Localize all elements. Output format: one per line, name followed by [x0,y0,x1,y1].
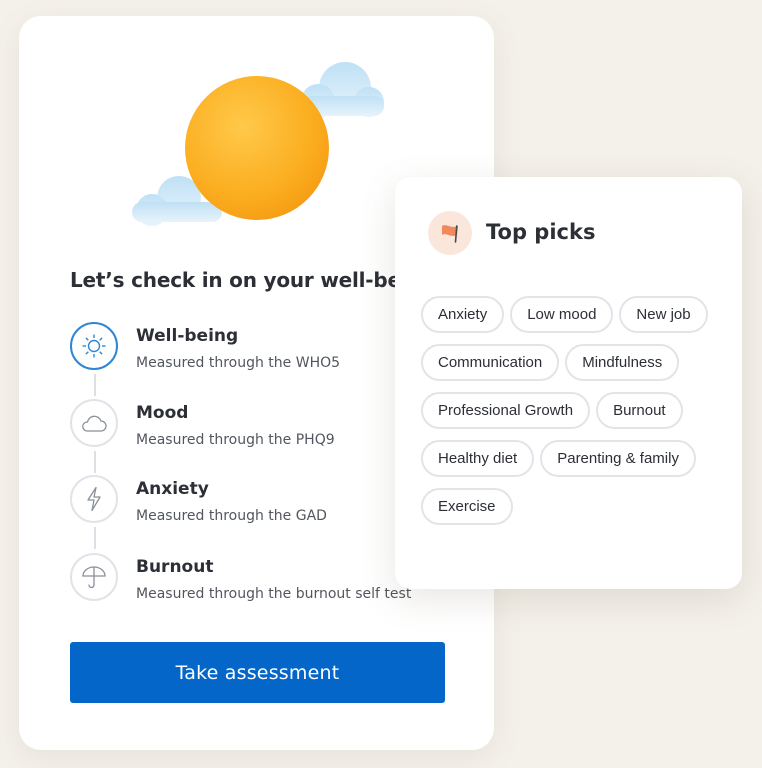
top-picks-title: Top picks [486,220,596,244]
topic-chip[interactable]: Communication [421,344,560,381]
topic-chip[interactable]: Professional Growth [421,392,591,429]
topic-chip[interactable]: Healthy diet [421,440,535,477]
flag-icon [428,211,472,255]
assessment-title: Well-being [136,326,239,346]
cloud-icon [70,399,118,447]
sun [185,76,329,220]
topic-chip[interactable]: Anxiety [421,296,505,333]
topic-chips: Anxiety Low mood New job Communication M… [421,296,721,536]
chip-row: Healthy diet Parenting & family [421,440,721,477]
topic-chip[interactable]: Mindfulness [565,344,680,381]
checkin-heading: Let’s check in on your well-bein [70,268,422,292]
take-assessment-button[interactable]: Take assessment [70,642,445,703]
umbrella-icon [70,553,118,601]
topic-chip[interactable]: New job [619,296,708,333]
assessment-subtitle: Measured through the WHO5 [136,355,341,371]
chip-row: Exercise [421,488,721,525]
lightning-icon [70,475,118,523]
top-picks-card: Top picks Anxiety Low mood New job Commu… [395,177,742,589]
sun-icon [70,322,118,370]
topic-chip[interactable]: Exercise [421,488,513,525]
assessment-subtitle: Measured through the burnout self test [136,586,412,602]
chip-row: Anxiety Low mood New job [421,296,721,333]
topic-chip[interactable]: Burnout [596,392,683,429]
assessment-title: Anxiety [136,479,209,499]
chip-row: Communication Mindfulness [421,344,721,381]
assessment-title: Burnout [136,557,214,577]
topic-chip[interactable]: Parenting & family [540,440,696,477]
assessment-subtitle: Measured through the GAD [136,508,327,524]
topic-chip[interactable]: Low mood [510,296,614,333]
chip-row: Professional Growth Burnout [421,392,721,429]
assessment-title: Mood [136,403,189,423]
assessment-subtitle: Measured through the PHQ9 [136,432,335,448]
